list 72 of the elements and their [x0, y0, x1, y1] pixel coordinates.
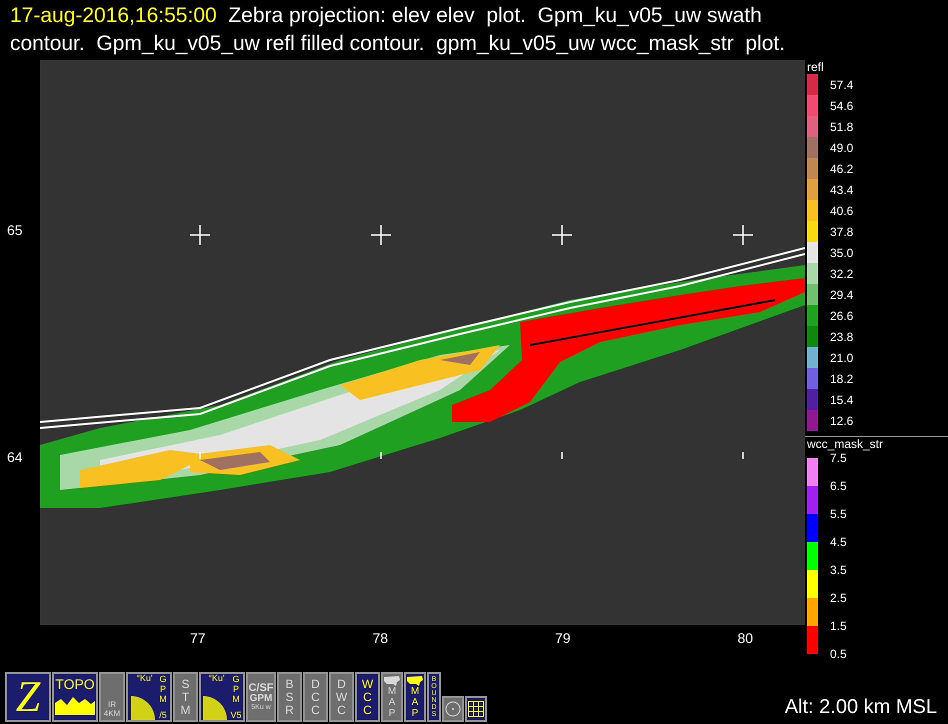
altitude-label: Alt: 2.00 km MSL	[784, 695, 938, 720]
plot-time: 17-aug-2016,16:55:00	[10, 3, 217, 29]
axis-label: 77	[190, 629, 206, 648]
button-label: BSR	[284, 678, 295, 716]
legend-label: 2.5	[830, 591, 847, 607]
plot-title: contour. Gpm_ku_v05_uw refl filled contour. gpm_ku_v05_uw wcc_mask_str plot.	[10, 31, 786, 57]
legend-label: 29.4	[830, 286, 854, 304]
legend-label: 40.6	[830, 202, 854, 220]
legend-label: 6.5	[830, 479, 847, 495]
legend-label: 37.8	[830, 224, 854, 240]
plot-title: Zebra projection: elev elev plot. Gpm_ku_v05_uw swath	[227, 3, 762, 29]
button-label: DCC	[310, 678, 321, 716]
button-label: GPM	[232, 674, 240, 704]
grid-icon	[468, 701, 484, 717]
toolbar-button[interactable]: DCC	[303, 672, 328, 722]
legend-title: wcc_mask_str	[806, 437, 884, 451]
grid-button[interactable]	[465, 696, 487, 722]
button-label: °Ku'	[207, 674, 226, 683]
legend-label: 1.5	[830, 619, 847, 635]
legend-label: 5.5	[830, 507, 847, 523]
legend-label: 35.0	[830, 244, 854, 262]
axis-label: 65	[7, 221, 23, 240]
legend-label: 21.0	[830, 350, 854, 366]
legend-label: 57.4	[830, 76, 854, 94]
legend-label: 26.6	[830, 308, 854, 324]
legend-label: 0.5	[830, 647, 847, 663]
axis-label: 78	[372, 629, 388, 648]
axis-label: 80	[738, 629, 754, 648]
button-label: 4KM	[104, 709, 120, 718]
legend-label: 43.4	[830, 182, 854, 198]
button-label: IR	[108, 700, 116, 709]
legend-label: 23.8	[830, 328, 854, 346]
map-button[interactable]: MAP	[381, 672, 403, 722]
toolbar-button[interactable]: DWC	[329, 672, 354, 722]
toolbar-button[interactable]: WCC	[355, 672, 380, 722]
axis-label: 64	[7, 448, 23, 467]
legend-label: 18.2	[830, 370, 854, 388]
button-label: WCC	[362, 678, 374, 716]
radar-button[interactable]: °Ku' GPM /5	[126, 672, 172, 722]
satellite-button[interactable]: IR 4KM	[99, 672, 125, 722]
button-label: GPM	[250, 694, 272, 704]
legend-label: 46.2	[830, 160, 854, 178]
button-label: STM	[180, 678, 192, 716]
target-icon	[445, 701, 461, 717]
topo-button[interactable]: TOPO	[52, 672, 98, 722]
legend-title: refl	[806, 60, 825, 74]
legend-label: 12.6	[830, 412, 854, 430]
button-label: MAP	[387, 686, 397, 719]
legend-label: 15.4	[830, 392, 854, 408]
legend-label: 51.8	[830, 118, 854, 136]
button-label: /5	[159, 711, 167, 720]
legend-label: 49.0	[830, 140, 854, 156]
legend-label: 4.5	[830, 535, 847, 551]
legend-label: 54.6	[830, 98, 854, 114]
button-label: V5	[230, 711, 242, 720]
circle-button[interactable]	[442, 696, 464, 722]
legend-label: 7.5	[830, 451, 847, 467]
legend-label: 32.2	[830, 266, 854, 282]
button-label: DWC	[336, 678, 348, 716]
button-label: C/SF	[248, 683, 274, 694]
map-outline-icon	[407, 676, 423, 686]
toolbar-button[interactable]: BSR	[277, 672, 302, 722]
axis-label: 79	[555, 629, 571, 648]
map-button[interactable]: MAP	[404, 672, 426, 722]
radar-button[interactable]: °Ku' GPM V5	[199, 672, 245, 722]
button-label: GPM	[158, 674, 168, 704]
button-label: MAP	[410, 686, 420, 719]
legend-label: 3.5	[830, 563, 847, 579]
toolbar-button[interactable]: STM	[173, 672, 198, 722]
zebra-logo-button[interactable]: Z	[5, 672, 51, 722]
button-label: °Ku'	[135, 674, 154, 683]
map-outline-icon	[384, 676, 400, 686]
